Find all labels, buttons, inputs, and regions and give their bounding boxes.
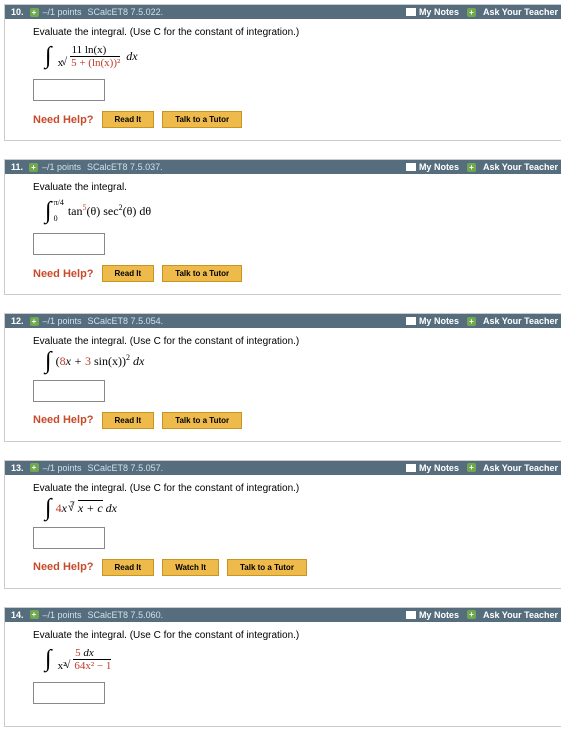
read-it-button[interactable]: Read It xyxy=(102,265,155,282)
answer-input[interactable] xyxy=(33,527,105,549)
answer-input[interactable] xyxy=(33,79,105,101)
instruction-text: Evaluate the integral. (Use C for the co… xyxy=(33,336,536,347)
instruction-text: Evaluate the integral. xyxy=(33,182,536,193)
ask-teacher-link[interactable]: +Ask Your Teacher xyxy=(467,316,558,326)
source-label: SCalcET8 7.5.037. xyxy=(87,162,163,172)
source-label: SCalcET8 7.5.054. xyxy=(88,316,164,326)
ask-teacher-link[interactable]: +Ask Your Teacher xyxy=(467,162,558,172)
my-notes-link[interactable]: My Notes xyxy=(406,162,459,172)
ask-teacher-link[interactable]: +Ask Your Teacher xyxy=(467,463,558,473)
instruction-text: Evaluate the integral. (Use C for the co… xyxy=(33,27,536,38)
expand-icon[interactable]: + xyxy=(30,8,39,17)
my-notes-link[interactable]: My Notes xyxy=(406,316,459,326)
math-expression: ∫ π/40 tan5(θ) sec2(θ) dθ xyxy=(45,199,536,223)
question-header: 10. + –/1 points SCalcET8 7.5.022. My No… xyxy=(5,5,561,19)
instruction-text: Evaluate the integral. (Use C for the co… xyxy=(33,483,536,494)
need-help-label: Need Help? xyxy=(33,268,94,280)
points-label: –/1 points xyxy=(43,7,82,17)
question-header: 13. + –/1 points SCalcET8 7.5.057. My No… xyxy=(5,461,561,475)
question-number: 13. xyxy=(11,463,24,473)
question-header: 14. + –/1 points SCalcET8 7.5.060. My No… xyxy=(5,608,561,622)
my-notes-link[interactable]: My Notes xyxy=(406,7,459,17)
expand-icon[interactable]: + xyxy=(30,610,39,619)
math-expression: ∫ 5 dx x²64x² − 1 xyxy=(45,647,536,672)
source-label: SCalcET8 7.5.057. xyxy=(88,463,164,473)
talk-tutor-button[interactable]: Talk to a Tutor xyxy=(162,111,242,128)
expand-icon[interactable]: + xyxy=(30,463,39,472)
question-number: 14. xyxy=(11,610,24,620)
question-number: 10. xyxy=(11,7,24,17)
plus-icon: + xyxy=(467,463,476,472)
source-label: SCalcET8 7.5.060. xyxy=(88,610,164,620)
question-12: 12. + –/1 points SCalcET8 7.5.054. My No… xyxy=(4,313,561,442)
read-it-button[interactable]: Read It xyxy=(102,111,155,128)
talk-tutor-button[interactable]: Talk to a Tutor xyxy=(162,265,242,282)
need-help-label: Need Help? xyxy=(33,561,94,573)
expand-icon[interactable]: + xyxy=(29,163,38,172)
answer-input[interactable] xyxy=(33,233,105,255)
question-13: 13. + –/1 points SCalcET8 7.5.057. My No… xyxy=(4,460,561,589)
plus-icon: + xyxy=(467,317,476,326)
ask-teacher-link[interactable]: +Ask Your Teacher xyxy=(467,7,558,17)
note-icon xyxy=(406,464,416,472)
math-expression: ∫ (8x + 3 sin(x))2 dx xyxy=(45,353,536,370)
need-help-label: Need Help? xyxy=(33,414,94,426)
question-11: 11. + –/1 points SCalcET8 7.5.037. My No… xyxy=(4,159,561,295)
question-number: 12. xyxy=(11,316,24,326)
plus-icon: + xyxy=(467,8,476,17)
question-10: 10. + –/1 points SCalcET8 7.5.022. My No… xyxy=(4,4,561,141)
question-header: 12. + –/1 points SCalcET8 7.5.054. My No… xyxy=(5,314,561,328)
points-label: –/1 points xyxy=(43,463,82,473)
need-help-label: Need Help? xyxy=(33,114,94,126)
read-it-button[interactable]: Read It xyxy=(102,559,155,576)
source-label: SCalcET8 7.5.022. xyxy=(88,7,164,17)
read-it-button[interactable]: Read It xyxy=(102,412,155,429)
question-14: 14. + –/1 points SCalcET8 7.5.060. My No… xyxy=(4,607,561,727)
question-number: 11. xyxy=(11,162,23,172)
talk-tutor-button[interactable]: Talk to a Tutor xyxy=(162,412,242,429)
math-expression: ∫ 4x 7x + c dx xyxy=(45,500,536,517)
points-label: –/1 points xyxy=(43,316,82,326)
answer-input[interactable] xyxy=(33,380,105,402)
points-label: –/1 points xyxy=(42,162,81,172)
expand-icon[interactable]: + xyxy=(30,317,39,326)
ask-teacher-link[interactable]: +Ask Your Teacher xyxy=(467,610,558,620)
my-notes-link[interactable]: My Notes xyxy=(406,463,459,473)
note-icon xyxy=(406,611,416,619)
question-header: 11. + –/1 points SCalcET8 7.5.037. My No… xyxy=(5,160,561,174)
points-label: –/1 points xyxy=(43,610,82,620)
plus-icon: + xyxy=(467,610,476,619)
note-icon xyxy=(406,8,416,16)
note-icon xyxy=(406,317,416,325)
watch-it-button[interactable]: Watch It xyxy=(162,559,219,576)
plus-icon: + xyxy=(467,163,476,172)
my-notes-link[interactable]: My Notes xyxy=(406,610,459,620)
instruction-text: Evaluate the integral. (Use C for the co… xyxy=(33,630,536,641)
math-expression: ∫ 11 ln(x) x5 + (ln(x))² dx xyxy=(45,44,536,69)
answer-input[interactable] xyxy=(33,682,105,704)
note-icon xyxy=(406,163,416,171)
talk-tutor-button[interactable]: Talk to a Tutor xyxy=(227,559,307,576)
